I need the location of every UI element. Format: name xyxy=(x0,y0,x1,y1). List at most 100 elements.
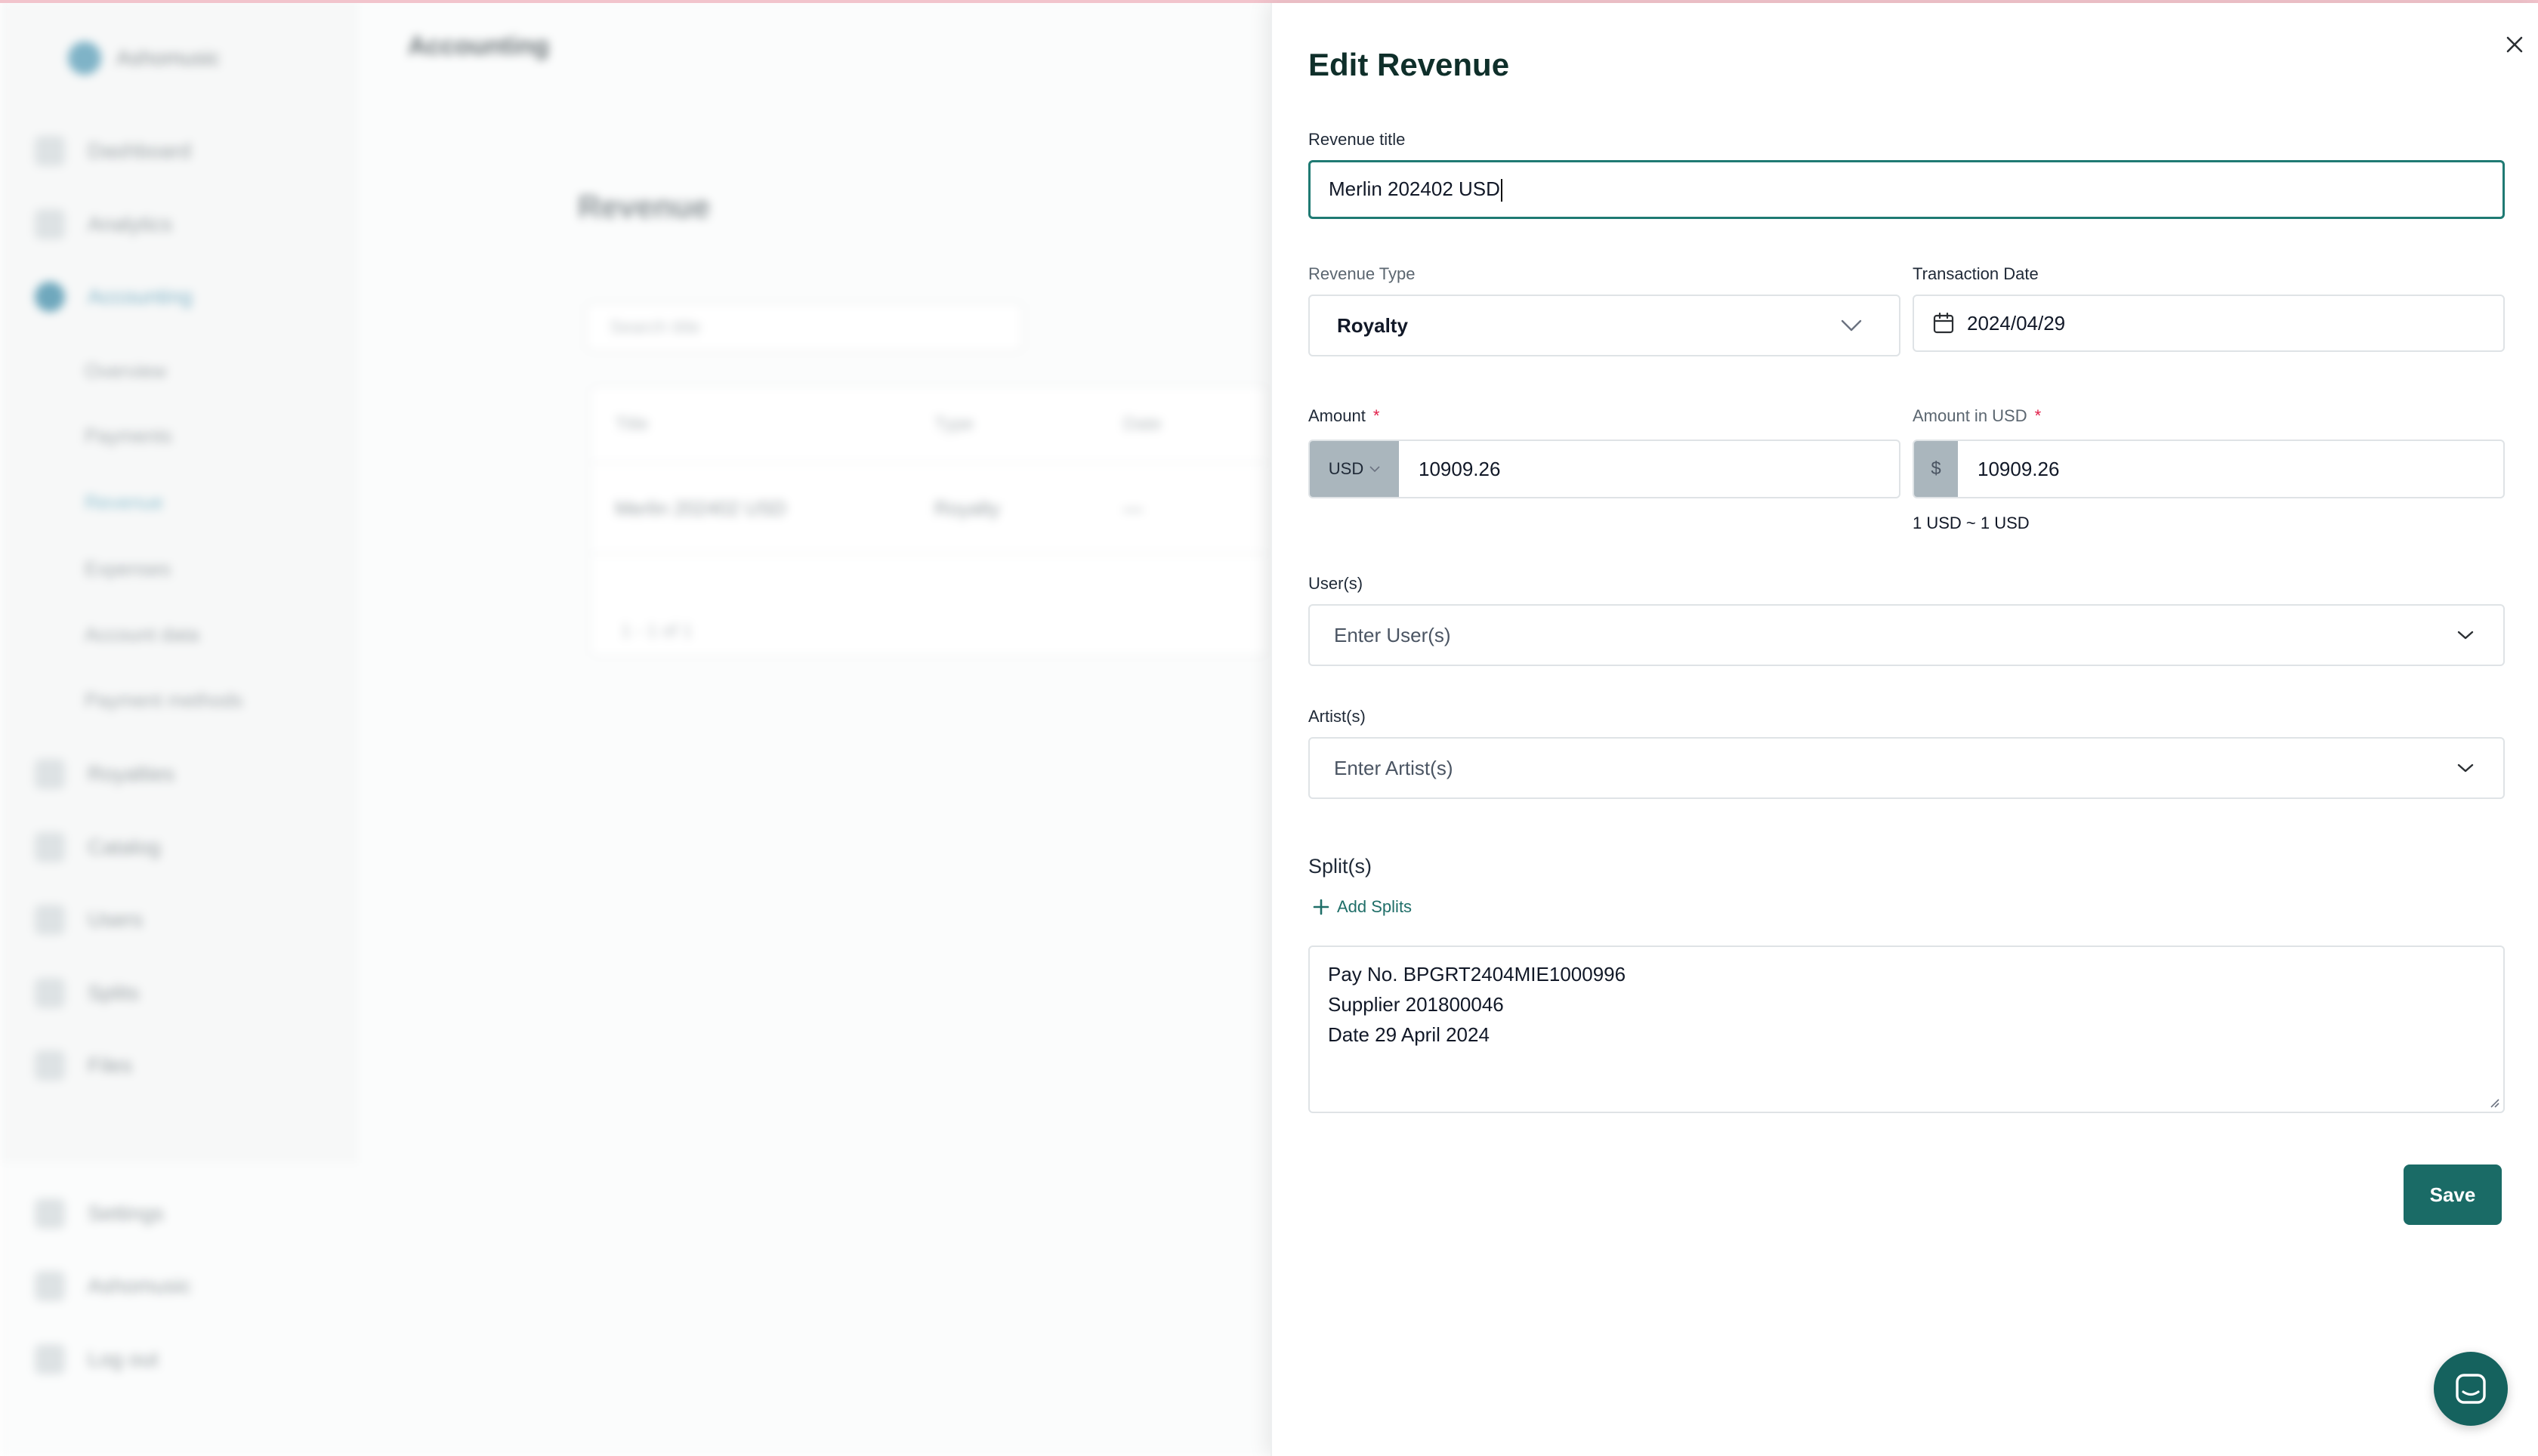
add-splits-button[interactable]: Add Splits xyxy=(1313,897,1412,917)
table-header[interactable]: Date xyxy=(1123,414,1162,435)
subnav-payment-methods[interactable]: Payment methods xyxy=(85,689,243,712)
required-mark: * xyxy=(1372,406,1380,425)
notes-line: Supplier 201800046 xyxy=(1328,993,1504,1016)
revenue-type-value: Royalty xyxy=(1337,313,1408,337)
sidebar-item-users[interactable]: Users xyxy=(35,901,143,939)
sidebar-item-account[interactable]: Ashomusic xyxy=(35,1267,191,1305)
exchange-rate-note: 1 USD ~ 1 USD xyxy=(1913,514,2030,532)
transaction-date-label: Transaction Date xyxy=(1913,264,2039,283)
users-select[interactable]: Enter User(s) xyxy=(1308,604,2505,666)
chevron-down-icon xyxy=(2457,631,2474,640)
sidebar-item-label: Dashboard xyxy=(88,139,191,162)
add-splits-label: Add Splits xyxy=(1337,897,1413,916)
logout-icon xyxy=(35,1344,65,1374)
calendar-icon xyxy=(1933,312,1954,334)
gear-icon xyxy=(35,1198,65,1229)
subnav-account-data[interactable]: Account data xyxy=(85,623,199,646)
revenue-title-value-wrap: Merlin 202402 USD xyxy=(1311,177,1502,202)
notes-line: Pay No. BPGRT2404MIE1000996 xyxy=(1328,963,1626,986)
splits-section-title: Split(s) xyxy=(1308,855,1372,878)
revenue-type-label: Revenue Type xyxy=(1308,264,1416,283)
close-button[interactable] xyxy=(2488,18,2538,71)
sidebar-item-dashboard[interactable]: Dashboard xyxy=(35,132,191,170)
workspace-avatar xyxy=(68,42,101,75)
dollar-symbol: $ xyxy=(1931,458,1941,479)
catalog-icon xyxy=(35,832,65,862)
currency-value: USD xyxy=(1328,459,1364,478)
revenue-type-select[interactable]: Royalty xyxy=(1308,295,1900,356)
header-title: Accounting xyxy=(408,32,549,60)
resize-handle-icon[interactable] xyxy=(2488,1097,2500,1109)
sidebar-item-label: Analytics xyxy=(88,212,173,236)
sidebar-item-label: Catalog xyxy=(88,835,161,859)
chevron-down-icon xyxy=(1841,319,1862,332)
subnav-payments[interactable]: Payments xyxy=(85,424,172,448)
chat-icon xyxy=(2456,1374,2486,1404)
chevron-down-icon xyxy=(1369,465,1380,472)
revenue-title-input[interactable]: Merlin 202402 USD xyxy=(1308,160,2505,219)
amount-label: Amount * xyxy=(1308,406,1379,426)
sidebar-item-catalog[interactable]: Catalog xyxy=(35,828,161,866)
files-icon xyxy=(35,1050,65,1081)
dashboard-icon xyxy=(35,136,65,166)
subnav-revenue[interactable]: Revenue xyxy=(85,491,163,514)
artists-label: Artist(s) xyxy=(1308,707,1366,726)
divider xyxy=(591,553,1267,554)
required-mark: * xyxy=(2034,406,2042,425)
page-title: Revenue xyxy=(578,189,711,224)
analytics-icon xyxy=(35,209,65,239)
pagination: 1 - 1 of 1 xyxy=(621,621,693,641)
sidebar-item-label: Ashomusic xyxy=(88,1274,191,1297)
text-caret xyxy=(1500,179,1502,202)
table-header[interactable]: Type xyxy=(934,414,974,435)
notes-textarea[interactable]: Pay No. BPGRT2404MIE1000996 Supplier 201… xyxy=(1308,945,2505,1113)
table-cell[interactable]: Merlin 202402 USD xyxy=(615,497,786,520)
plus-icon xyxy=(1313,899,1329,915)
workspace-name: Ashomusic xyxy=(116,46,220,69)
sidebar-item-label: Settings xyxy=(88,1202,165,1225)
sidebar-item-logout[interactable]: Log out xyxy=(35,1340,158,1378)
dollar-addon: $ xyxy=(1914,441,1958,497)
artists-placeholder: Enter Artist(s) xyxy=(1334,756,1453,779)
splits-icon xyxy=(35,978,65,1008)
revenue-title-label: Revenue title xyxy=(1308,130,1406,149)
subnav-expenses[interactable]: Expenses xyxy=(85,557,171,581)
sidebar-item-label: Splits xyxy=(88,981,140,1004)
sidebar-item-label: Royalties xyxy=(88,762,175,785)
amount-label-text: Amount xyxy=(1308,406,1366,425)
subnav-overview[interactable]: Overview xyxy=(85,359,166,383)
sidebar-item-royalties[interactable]: Royalties xyxy=(35,755,174,793)
amount-usd-input[interactable]: $ 10909.26 xyxy=(1913,440,2505,498)
sidebar-item-splits[interactable]: Splits xyxy=(35,974,139,1012)
chevron-down-icon xyxy=(2457,763,2474,773)
table-cell: — xyxy=(1123,497,1143,520)
save-button[interactable]: Save xyxy=(2404,1164,2502,1225)
users-icon xyxy=(35,905,65,935)
divider xyxy=(591,462,1267,464)
close-icon xyxy=(2506,36,2523,53)
amount-input[interactable]: USD 10909.26 xyxy=(1308,440,1900,498)
sidebar-item-settings[interactable]: Settings xyxy=(35,1195,164,1232)
sidebar-item-label: Users xyxy=(88,908,144,931)
chat-launcher-button[interactable] xyxy=(2434,1352,2508,1426)
sidebar-item-label: Files xyxy=(88,1053,133,1077)
sidebar-item-analytics[interactable]: Analytics xyxy=(35,205,172,243)
transaction-date-input[interactable]: 2024/04/29 xyxy=(1913,295,2505,352)
workspace-switcher[interactable]: Ashomusic xyxy=(68,42,220,75)
account-icon xyxy=(35,1271,65,1301)
sidebar-item-files[interactable]: Files xyxy=(35,1047,132,1084)
sidebar-item-label: Log out xyxy=(88,1347,159,1371)
search-placeholder: Search title xyxy=(610,317,701,338)
royalties-icon xyxy=(35,759,65,789)
users-label: User(s) xyxy=(1308,574,1363,593)
currency-select[interactable]: USD xyxy=(1310,441,1399,497)
table-cell: Royalty xyxy=(934,497,1000,520)
artists-select[interactable]: Enter Artist(s) xyxy=(1308,737,2505,799)
search-input[interactable]: Search title xyxy=(585,302,1024,352)
sidebar-item-accounting[interactable]: Accounting xyxy=(35,278,193,316)
drawer-title: Edit Revenue xyxy=(1308,47,1510,82)
amount-usd-label-text: Amount in USD xyxy=(1913,406,2027,425)
table-header[interactable]: Title xyxy=(615,414,648,435)
accounting-icon xyxy=(35,282,65,312)
sidebar: Ashomusic Dashboard Analytics Accounting… xyxy=(0,0,355,1163)
